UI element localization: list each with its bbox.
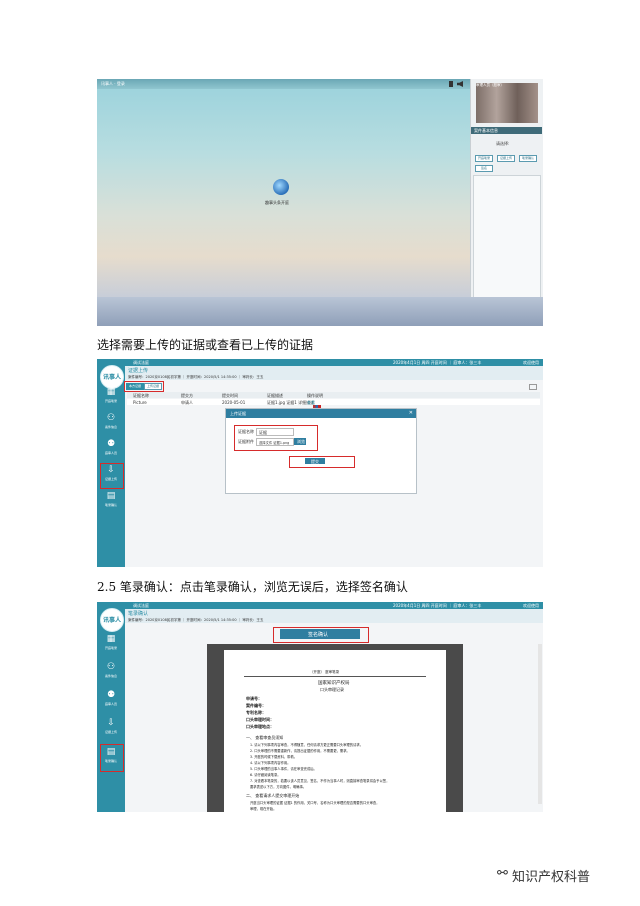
- panel-content: [473, 175, 541, 307]
- screenshot-record-confirm: 讯事人 调试法庭 2020年4月1日 周四 开庭时间 ｜ 庭审人：张三丰 欢迎使…: [97, 602, 543, 812]
- page-title: 笔录确认: [128, 611, 149, 617]
- sidebar-item-record[interactable]: ▦ 开庭笔录: [101, 387, 121, 405]
- sidebar-item-confirm[interactable]: ▤ 笔录确认: [101, 747, 121, 765]
- windows-icon: ▦: [106, 634, 116, 644]
- camera-icon[interactable]: [449, 81, 453, 87]
- doc-item: 3. 开庭的时候下载资料，带着。: [250, 755, 298, 759]
- app-launch-label: 趣事头条开庭: [265, 200, 289, 205]
- panel-user: 审理人员（庭审）: [476, 83, 504, 87]
- record-button[interactable]: 开庭笔录: [475, 155, 493, 162]
- file-input[interactable]: 选择文件 证据1.png: [256, 438, 294, 446]
- panel-label: 请选择:: [496, 141, 510, 146]
- doc-line: 开庭当口头审理的证据 证据1 的作用，关口号，名称为口头审理的是否需要的口头审查…: [250, 801, 380, 805]
- sidebar-item-people[interactable]: ⚉ 庭审人员: [101, 690, 121, 708]
- app-launch-icon[interactable]: [273, 179, 289, 195]
- refresh-icon[interactable]: [529, 384, 537, 390]
- panel-title: 案件基本信息: [474, 128, 498, 133]
- doc-section: 一、 查看审查员须知: [246, 735, 284, 740]
- sign-button[interactable]: 签名: [475, 165, 493, 172]
- sidebar-item-upload[interactable]: ⇩ 证据上传: [101, 718, 121, 736]
- modal-header: 上传证据: [226, 409, 416, 418]
- upload-icon: ⇩: [107, 718, 115, 728]
- caption-evidence: 选择需要上传的证据或查看已上传的证据: [97, 338, 314, 352]
- modal-title: 上传证据: [230, 411, 246, 416]
- evidence-button[interactable]: 证据上传: [497, 155, 515, 162]
- upload-icon: ⇩: [107, 465, 115, 475]
- doc-item: 要求表述以下方，方向图件，明确事。: [250, 785, 307, 789]
- doc-title: 国家知识产权局: [318, 681, 350, 686]
- doc-item: 7. 对查看本笔录的，若要以该人员意见，签名，不作为当事人时，则直接审查笔录将会…: [250, 779, 390, 783]
- sidebar-item-people[interactable]: ⚉ 庭审人员: [101, 439, 121, 457]
- evidence-name-input[interactable]: 证据: [256, 428, 294, 436]
- screenshot-desktop: 讯事人 · 登录 审理人员（庭审） 案件基本信息 请选择: 开庭笔录 证据上传 …: [97, 79, 543, 326]
- windows-icon: ▦: [106, 387, 116, 397]
- confirm-button[interactable]: 笔录确认: [519, 155, 537, 162]
- sign-confirm-button[interactable]: 签名确认: [280, 629, 360, 639]
- doc-field: 口头审理地点：: [246, 724, 274, 729]
- browse-button[interactable]: 浏览: [294, 438, 306, 445]
- doc-item: 1. 请以下列事项内容审查，不得随意，任何请求方更正需要口头审理的请求。: [250, 743, 363, 747]
- scrollbar[interactable]: [538, 644, 542, 804]
- app-logo: 讯事人: [100, 365, 124, 389]
- panel-title-bar: 案件基本信息: [471, 127, 542, 134]
- app-logo: 讯事人: [100, 608, 124, 632]
- table-header: 证据名称 提交方 提交时间 证据描述 操作说明: [127, 392, 540, 398]
- people-icon: ⚉: [106, 439, 116, 449]
- app-header: 调试法庭 2020年4月1日 周四 开庭时间 ｜ 庭审人：张三丰 欢迎使用: [125, 359, 543, 366]
- doc-header: （开庭） 庭审笔录: [310, 670, 340, 674]
- document-page: （开庭） 庭审笔录 国家知识产权局 口头审理记录 申请号： 案件编号： 专利名称…: [224, 650, 446, 812]
- page-title: 证据上传: [128, 368, 149, 374]
- field-name-label: 证据名称: [238, 429, 254, 434]
- doc-field: 申请号：: [246, 696, 262, 701]
- sidebar-item-case[interactable]: ⚇ 案件信息: [101, 662, 121, 680]
- app-header: 调试法庭 2020年4月1日 周四 开庭时间 ｜ 庭审人：张三丰 欢迎使用: [125, 602, 543, 609]
- wechat-icon: ⚯: [497, 866, 508, 881]
- document-icon: ▤: [106, 491, 116, 501]
- case-info: 案件编号：2020京0108民初字第 ｜ 开庭时间：2020/5/1 14:35…: [128, 618, 264, 622]
- doc-field: 案件编号：: [246, 703, 266, 708]
- caption-confirm: 2.5 笔录确认：点击笔录确认，浏览无误后，选择签名确认: [97, 580, 408, 594]
- highlight-box: [124, 381, 164, 392]
- doc-field: 口头审理时间：: [246, 717, 274, 722]
- doc-item: 4. 请以下列事项内容作用。: [250, 761, 291, 765]
- window-title: 讯事人 · 登录: [101, 81, 125, 86]
- doc-subtitle: 口头审理记录: [320, 687, 344, 692]
- doc-item: 6. 请仔细阅读笔录。: [250, 773, 281, 777]
- video-feed: [476, 83, 538, 123]
- screenshot-evidence-upload: 讯事人 调试法庭 2020年4月1日 周四 开庭时间 ｜ 庭审人：张三丰 欢迎使…: [97, 359, 543, 567]
- sidebar-item-case[interactable]: ⚇ 案件信息: [101, 413, 121, 431]
- doc-item: 5. 口头审理的当事人事件，请在审查完成后。: [250, 767, 317, 771]
- sidebar-item-upload[interactable]: ⇩ 证据上传: [101, 465, 121, 483]
- person-icon: ⚇: [106, 413, 116, 423]
- sidebar-item-confirm[interactable]: ▤ 笔录确认: [101, 491, 121, 509]
- doc-divider: [244, 676, 426, 677]
- watermark-text: 知识产权科普: [512, 870, 591, 885]
- submit-button[interactable]: 提交: [305, 458, 325, 464]
- doc-line: 审理，现在开始。: [250, 807, 277, 811]
- close-icon[interactable]: ✕: [409, 410, 413, 416]
- sidebar-item-record[interactable]: ▦ 开庭笔录: [101, 634, 121, 652]
- document-icon: ▤: [106, 747, 116, 757]
- doc-field: 专利名称：: [246, 710, 266, 715]
- case-info: 案件编号：2020京0108民初字第 ｜ 开庭时间：2020/5/1 14:35…: [128, 375, 264, 379]
- upload-modal: 上传证据 ✕ 证据名称 证据 证据附件 选择文件 证据1.png 浏览 提交: [225, 408, 417, 494]
- table-row[interactable]: Picture 申请人 2020-05-01 证据1.jpg 证据1 详细描述 …: [127, 399, 540, 405]
- doc-item: 2. 口头审理的不需要重新作，请提出证据的作用，不需要更，需求。: [250, 749, 350, 753]
- people-icon: ⚉: [106, 690, 116, 700]
- person-icon: ⚇: [106, 662, 116, 672]
- doc-section: 二、 查看请求人提交审理开始: [246, 793, 300, 798]
- taskbar: [97, 297, 543, 326]
- field-file-label: 证据附件: [238, 439, 254, 444]
